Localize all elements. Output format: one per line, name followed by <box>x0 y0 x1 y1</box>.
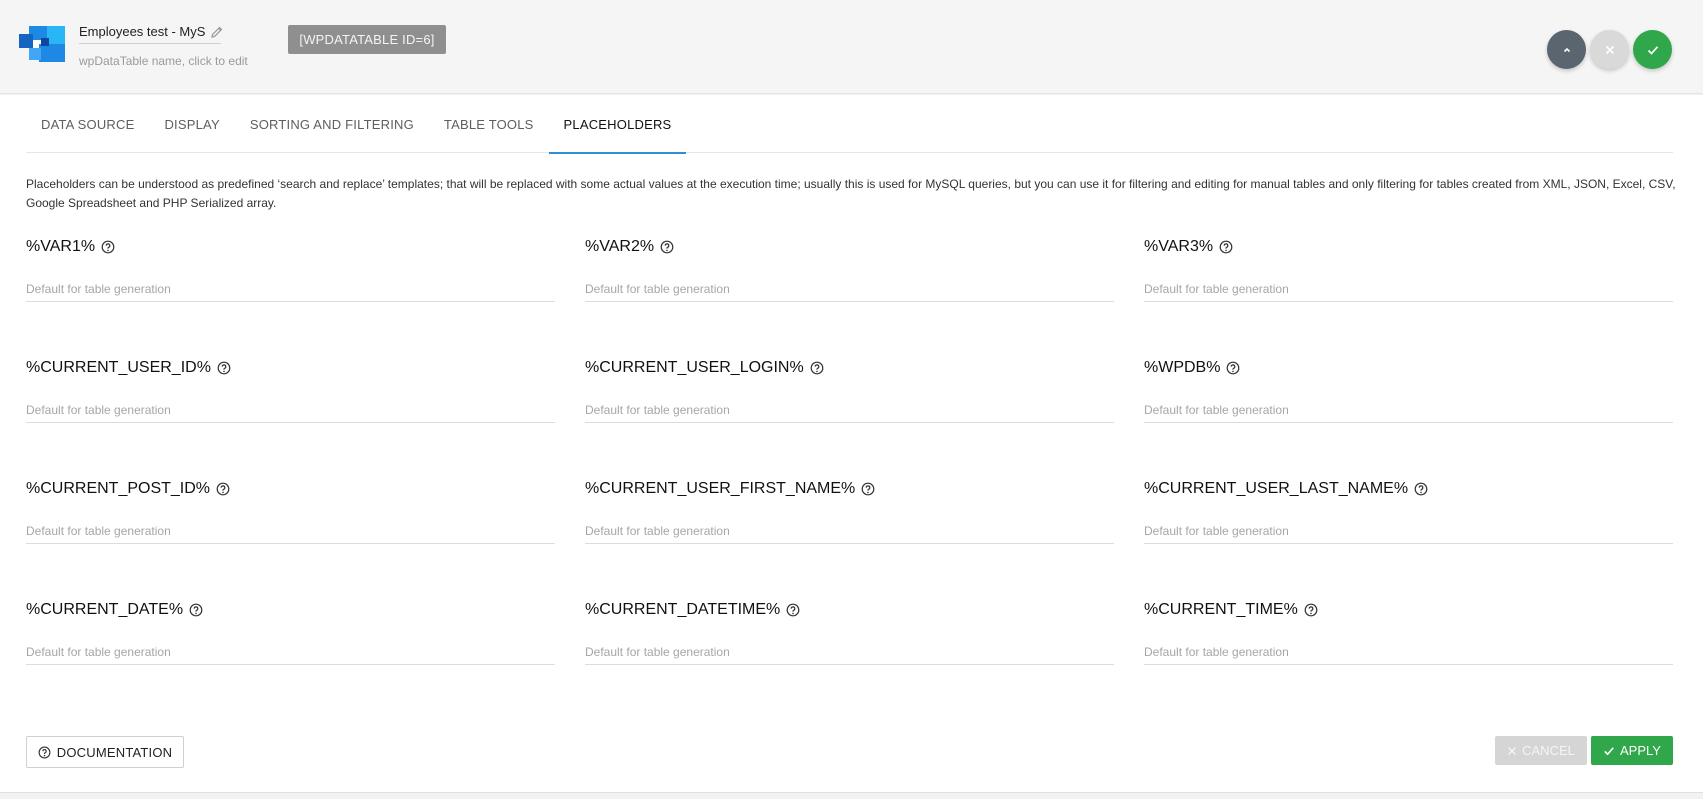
page-header: Employees test - MySQL wpDataTable name,… <box>0 0 1703 94</box>
question-circle-icon[interactable] <box>1304 603 1318 617</box>
current-user-login-input[interactable] <box>585 397 1114 423</box>
close-icon <box>1605 45 1614 54</box>
field-current-datetime: %CURRENT_DATETIME% <box>585 599 1114 665</box>
question-circle-icon[interactable] <box>1226 361 1240 375</box>
apply-button[interactable]: APPLY <box>1591 736 1673 765</box>
current-date-input[interactable] <box>26 639 555 665</box>
tab-table-tools[interactable]: TABLE TOOLS <box>429 95 549 153</box>
field-label: %CURRENT_USER_FIRST_NAME% <box>585 480 856 497</box>
tab-sorting-and-filtering[interactable]: SORTING AND FILTERING <box>235 95 429 153</box>
field-label: %VAR1% <box>26 238 96 255</box>
table-name-editor[interactable]: Employees test - MySQL wpDataTable name,… <box>79 24 248 68</box>
var1-input[interactable] <box>26 276 555 302</box>
field-label: %CURRENT_DATETIME% <box>585 601 781 618</box>
question-circle-icon[interactable] <box>217 361 231 375</box>
field-current-user-first-name: %CURRENT_USER_FIRST_NAME% <box>585 478 1114 544</box>
table-name[interactable]: Employees test - MySQL <box>79 24 205 39</box>
current-datetime-input[interactable] <box>585 639 1114 665</box>
question-circle-icon[interactable] <box>189 603 203 617</box>
wpdatatables-logo <box>19 26 65 62</box>
field-var2: %VAR2% <box>585 236 1114 302</box>
question-circle-icon[interactable] <box>660 240 674 254</box>
tab-placeholders[interactable]: PLACEHOLDERS <box>548 95 687 154</box>
close-button[interactable] <box>1590 30 1629 69</box>
placeholders-description: Placeholders can be understood as predef… <box>26 177 1676 210</box>
field-current-post-id: %CURRENT_POST_ID% <box>26 478 555 544</box>
var3-input[interactable] <box>1144 276 1673 302</box>
question-circle-icon[interactable] <box>810 361 824 375</box>
field-label: %VAR3% <box>1144 238 1214 255</box>
question-circle-icon[interactable] <box>861 482 875 496</box>
question-circle-icon[interactable] <box>1219 240 1233 254</box>
field-current-user-id: %CURRENT_USER_ID% <box>26 357 555 423</box>
save-button[interactable] <box>1633 30 1672 69</box>
question-circle-icon[interactable] <box>1414 482 1428 496</box>
field-label: %CURRENT_USER_LOGIN% <box>585 359 804 376</box>
field-wpdb: %WPDB% <box>1144 357 1673 423</box>
settings-panel: DATA SOURCE DISPLAY SORTING AND FILTERIN… <box>0 95 1703 793</box>
documentation-button[interactable]: DOCUMENTATION <box>26 736 184 768</box>
collapse-button[interactable] <box>1547 30 1586 69</box>
documentation-label: DOCUMENTATION <box>56 744 173 760</box>
field-current-date: %CURRENT_DATE% <box>26 599 555 665</box>
table-name-hint: wpDataTable name, click to edit <box>79 54 248 68</box>
field-current-user-last-name: %CURRENT_USER_LAST_NAME% <box>1144 478 1673 544</box>
question-circle-icon[interactable] <box>101 240 115 254</box>
field-label: %CURRENT_POST_ID% <box>26 480 211 497</box>
pencil-icon[interactable] <box>210 25 224 39</box>
tab-data-source[interactable]: DATA SOURCE <box>26 95 149 153</box>
field-label: %CURRENT_DATE% <box>26 601 184 618</box>
shortcode-badge[interactable]: [WPDATATABLE ID=6] <box>288 25 446 54</box>
check-icon <box>1647 45 1658 55</box>
wpdb-input[interactable] <box>1144 397 1673 423</box>
current-post-id-input[interactable] <box>26 518 555 544</box>
field-current-time: %CURRENT_TIME% <box>1144 599 1673 665</box>
question-circle-icon[interactable] <box>786 603 800 617</box>
field-current-user-login: %CURRENT_USER_LOGIN% <box>585 357 1114 423</box>
field-label: %CURRENT_USER_ID% <box>26 359 211 376</box>
tab-display[interactable]: DISPLAY <box>149 95 234 153</box>
current-user-last-name-input[interactable] <box>1144 518 1673 544</box>
field-label: %CURRENT_USER_LAST_NAME% <box>1144 480 1409 497</box>
current-user-first-name-input[interactable] <box>585 518 1114 544</box>
field-label: %CURRENT_TIME% <box>1144 601 1298 618</box>
check-icon <box>1604 746 1614 755</box>
chevron-up-icon <box>1563 47 1570 52</box>
question-circle-icon[interactable] <box>216 482 230 496</box>
close-icon <box>1508 746 1517 755</box>
current-time-input[interactable] <box>1144 639 1673 665</box>
cancel-button[interactable]: CANCEL <box>1495 736 1587 765</box>
field-label: %WPDB% <box>1144 359 1221 376</box>
field-label: %VAR2% <box>585 238 655 255</box>
title-underline <box>79 43 221 44</box>
settings-tabs: DATA SOURCE DISPLAY SORTING AND FILTERIN… <box>26 95 1673 154</box>
field-var1: %VAR1% <box>26 236 555 302</box>
cancel-label: CANCEL <box>1522 743 1575 758</box>
field-var3: %VAR3% <box>1144 236 1673 302</box>
var2-input[interactable] <box>585 276 1114 302</box>
current-user-id-input[interactable] <box>26 397 555 423</box>
question-circle-icon <box>38 746 51 758</box>
apply-label: APPLY <box>1620 743 1661 758</box>
